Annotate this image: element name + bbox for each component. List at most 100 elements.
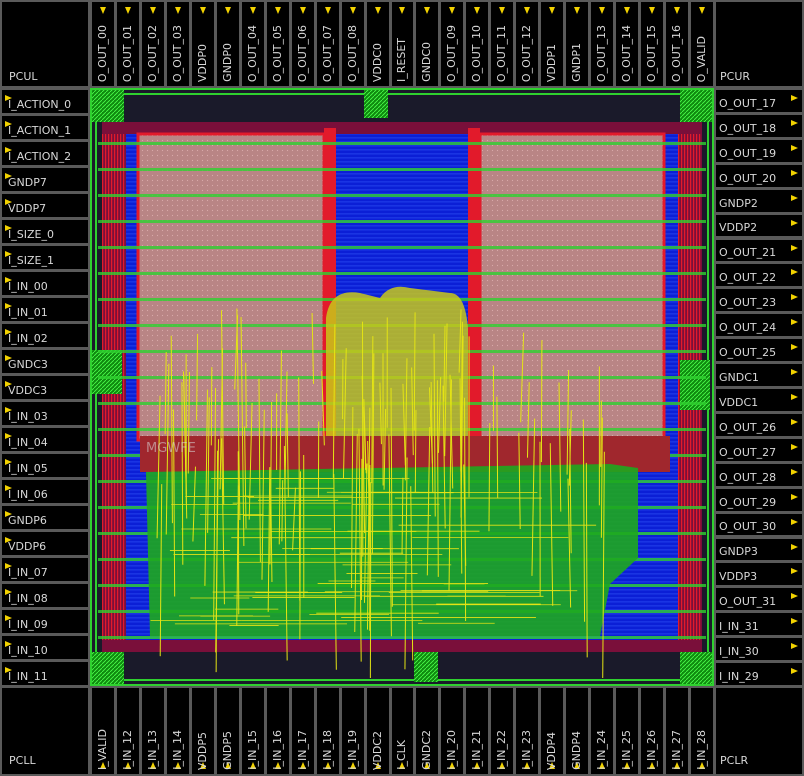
top-pad-o-out-02[interactable]: O_OUT_02 bbox=[139, 0, 166, 88]
left-pad-i-in-05[interactable]: I_IN_05 bbox=[0, 452, 90, 479]
right-pad-o-out-21[interactable]: O_OUT_21 bbox=[714, 237, 804, 264]
bottom-pad-i-in-18[interactable]: I_IN_18 bbox=[314, 686, 341, 776]
bottom-pad-i-in-24[interactable]: I_IN_24 bbox=[589, 686, 616, 776]
top-pad-vddp0[interactable]: VDDP0 bbox=[189, 0, 216, 88]
top-pad-gndc0[interactable]: GNDC0 bbox=[414, 0, 441, 88]
left-pad-vddp6[interactable]: VDDP6 bbox=[0, 530, 90, 557]
left-pad-gndc3[interactable]: GNDC3 bbox=[0, 348, 90, 375]
top-pad-o-out-06[interactable]: O_OUT_06 bbox=[289, 0, 316, 88]
left-pad-i-in-06[interactable]: I_IN_06 bbox=[0, 478, 90, 505]
top-pad-gndp0[interactable]: GNDP0 bbox=[214, 0, 241, 88]
top-pad-o-out-00[interactable]: O_OUT_00 bbox=[90, 0, 116, 88]
core-area[interactable]: MGWFE bbox=[88, 86, 716, 688]
bottom-pad-i-in-21[interactable]: I_IN_21 bbox=[464, 686, 491, 776]
corner-cell-lower-right[interactable]: PCLR bbox=[714, 686, 804, 776]
bottom-pad-i-in-23[interactable]: I_IN_23 bbox=[514, 686, 541, 776]
left-pad-i-in-04[interactable]: I_IN_04 bbox=[0, 426, 90, 453]
bottom-pad-i-in-28[interactable]: I_IN_28 bbox=[689, 686, 715, 776]
right-pad-o-out-19[interactable]: O_OUT_19 bbox=[714, 137, 804, 164]
top-pad-o-out-07[interactable]: O_OUT_07 bbox=[314, 0, 341, 88]
right-pad-o-out-24[interactable]: O_OUT_24 bbox=[714, 312, 804, 339]
corner-cell-upper-left[interactable]: PCUL bbox=[0, 0, 90, 88]
left-pad-i-in-07[interactable]: I_IN_07 bbox=[0, 556, 90, 583]
top-pad-o-out-13[interactable]: O_OUT_13 bbox=[589, 0, 616, 88]
right-pad-o-out-26[interactable]: O_OUT_26 bbox=[714, 411, 804, 438]
right-pad-o-out-31[interactable]: O_OUT_31 bbox=[714, 586, 804, 613]
left-pad-i-action-2[interactable]: I_ACTION_2 bbox=[0, 140, 90, 167]
right-pad-o-out-27[interactable]: O_OUT_27 bbox=[714, 436, 804, 463]
bottom-pad-i-in-25[interactable]: I_IN_25 bbox=[614, 686, 641, 776]
top-pad-vddc0[interactable]: VDDC0 bbox=[364, 0, 391, 88]
bottom-pad-i-in-15[interactable]: I_IN_15 bbox=[239, 686, 266, 776]
top-pad-o-out-12[interactable]: O_OUT_12 bbox=[514, 0, 541, 88]
left-pad-i-in-02[interactable]: I_IN_02 bbox=[0, 322, 90, 349]
bottom-pad-i-in-22[interactable]: I_IN_22 bbox=[489, 686, 516, 776]
bottom-pad-i-in-17[interactable]: I_IN_17 bbox=[289, 686, 316, 776]
top-pad-o-out-15[interactable]: O_OUT_15 bbox=[639, 0, 666, 88]
bottom-pad-i-in-16[interactable]: I_IN_16 bbox=[264, 686, 291, 776]
right-pad-o-out-25[interactable]: O_OUT_25 bbox=[714, 337, 804, 364]
top-pad-o-out-16[interactable]: O_OUT_16 bbox=[664, 0, 691, 88]
left-pad-gndp6[interactable]: GNDP6 bbox=[0, 504, 90, 531]
bottom-pad-i-in-19[interactable]: I_IN_19 bbox=[339, 686, 366, 776]
left-pad-i-action-1[interactable]: I_ACTION_1 bbox=[0, 114, 90, 141]
bottom-pad-i-in-14[interactable]: I_IN_14 bbox=[164, 686, 191, 776]
top-pad-o-out-14[interactable]: O_OUT_14 bbox=[614, 0, 641, 88]
left-pad-i-size-1[interactable]: I_SIZE_1 bbox=[0, 244, 90, 271]
top-pad-vddp1[interactable]: VDDP1 bbox=[539, 0, 566, 88]
bottom-pad-vddp4[interactable]: VDDP4 bbox=[539, 686, 566, 776]
right-pad-o-out-22[interactable]: O_OUT_22 bbox=[714, 262, 804, 289]
left-pad-i-in-01[interactable]: I_IN_01 bbox=[0, 296, 90, 323]
bottom-pad-i-valid[interactable]: I_VALID bbox=[90, 686, 116, 776]
top-pad-i-reset[interactable]: I_RESET bbox=[389, 0, 416, 88]
left-pad-i-in-11[interactable]: I_IN_11 bbox=[0, 660, 90, 687]
right-pad-vddc1[interactable]: VDDC1 bbox=[714, 387, 804, 413]
left-pad-i-in-09[interactable]: I_IN_09 bbox=[0, 608, 90, 635]
left-pad-i-in-08[interactable]: I_IN_08 bbox=[0, 582, 90, 609]
right-pad-gndp3[interactable]: GNDP3 bbox=[714, 536, 804, 563]
right-pad-gndp2[interactable]: GNDP2 bbox=[714, 187, 804, 214]
right-pad-o-out-28[interactable]: O_OUT_28 bbox=[714, 461, 804, 488]
bottom-pad-i-clk[interactable]: I_CLK bbox=[389, 686, 416, 776]
left-pad-gndp7[interactable]: GNDP7 bbox=[0, 166, 90, 193]
left-pad-i-action-0[interactable]: I_ACTION_0 bbox=[0, 88, 90, 115]
top-pad-o-out-03[interactable]: O_OUT_03 bbox=[164, 0, 191, 88]
right-pad-i-in-30[interactable]: I_IN_30 bbox=[714, 636, 804, 663]
bottom-pad-gndp5[interactable]: GNDP5 bbox=[214, 686, 241, 776]
top-pad-o-out-11[interactable]: O_OUT_11 bbox=[489, 0, 516, 88]
bottom-pad-i-in-12[interactable]: I_IN_12 bbox=[114, 686, 141, 776]
right-pad-o-out-18[interactable]: O_OUT_18 bbox=[714, 112, 804, 139]
corner-cell-lower-left[interactable]: PCLL bbox=[0, 686, 90, 776]
left-pad-i-size-0[interactable]: I_SIZE_0 bbox=[0, 218, 90, 245]
top-pad-o-out-01[interactable]: O_OUT_01 bbox=[114, 0, 141, 88]
right-pad-o-out-17[interactable]: O_OUT_17 bbox=[714, 88, 804, 114]
right-pad-vddp2[interactable]: VDDP2 bbox=[714, 212, 804, 239]
right-pad-o-out-23[interactable]: O_OUT_23 bbox=[714, 287, 804, 314]
left-pad-i-in-00[interactable]: I_IN_00 bbox=[0, 270, 90, 297]
right-pad-i-in-29[interactable]: I_IN_29 bbox=[714, 661, 804, 687]
bottom-pad-vddc2[interactable]: VDDC2 bbox=[364, 686, 391, 776]
left-pad-vddc3[interactable]: VDDC3 bbox=[0, 374, 90, 401]
top-pad-gndp1[interactable]: GNDP1 bbox=[564, 0, 591, 88]
top-pad-o-out-05[interactable]: O_OUT_05 bbox=[264, 0, 291, 88]
bottom-pad-i-in-20[interactable]: I_IN_20 bbox=[439, 686, 466, 776]
bottom-pad-vddp5[interactable]: VDDP5 bbox=[189, 686, 216, 776]
bottom-pad-gndp4[interactable]: GNDP4 bbox=[564, 686, 591, 776]
top-pad-o-out-08[interactable]: O_OUT_08 bbox=[339, 0, 366, 88]
right-pad-o-out-20[interactable]: O_OUT_20 bbox=[714, 162, 804, 189]
bottom-pad-i-in-27[interactable]: I_IN_27 bbox=[664, 686, 691, 776]
left-pad-i-in-10[interactable]: I_IN_10 bbox=[0, 634, 90, 661]
right-pad-o-out-30[interactable]: O_OUT_30 bbox=[714, 511, 804, 538]
right-pad-gndc1[interactable]: GNDC1 bbox=[714, 362, 804, 388]
right-pad-i-in-31[interactable]: I_IN_31 bbox=[714, 611, 804, 638]
bottom-pad-gndc2[interactable]: GNDC2 bbox=[414, 686, 441, 776]
bottom-pad-i-in-26[interactable]: I_IN_26 bbox=[639, 686, 666, 776]
right-pad-o-out-29[interactable]: O_OUT_29 bbox=[714, 486, 804, 513]
left-pad-vddp7[interactable]: VDDP7 bbox=[0, 192, 90, 219]
top-pad-o-valid[interactable]: O_VALID bbox=[689, 0, 715, 88]
top-pad-o-out-04[interactable]: O_OUT_04 bbox=[239, 0, 266, 88]
bottom-pad-i-in-13[interactable]: I_IN_13 bbox=[139, 686, 166, 776]
top-pad-o-out-10[interactable]: O_OUT_10 bbox=[464, 0, 491, 88]
left-pad-i-in-03[interactable]: I_IN_03 bbox=[0, 400, 90, 427]
top-pad-o-out-09[interactable]: O_OUT_09 bbox=[439, 0, 466, 88]
